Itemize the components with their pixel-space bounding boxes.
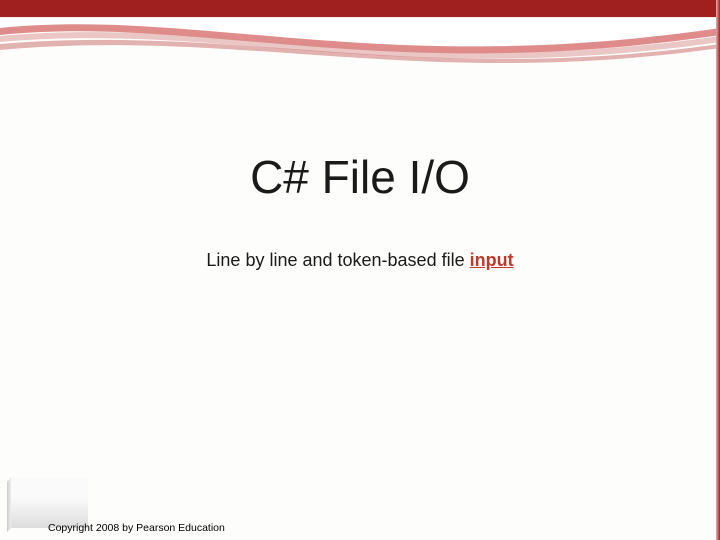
header-swoosh-graphic (0, 0, 720, 90)
slide-title: C# File I/O (0, 150, 720, 204)
slide-subtitle: Line by line and token-based file input (0, 250, 720, 271)
subtitle-text: Line by line and token-based file (206, 250, 469, 270)
copyright-text: Copyright 2008 by Pearson Education (48, 522, 225, 534)
book-image-placeholder (10, 478, 88, 528)
subtitle-emphasis: input (470, 250, 514, 270)
